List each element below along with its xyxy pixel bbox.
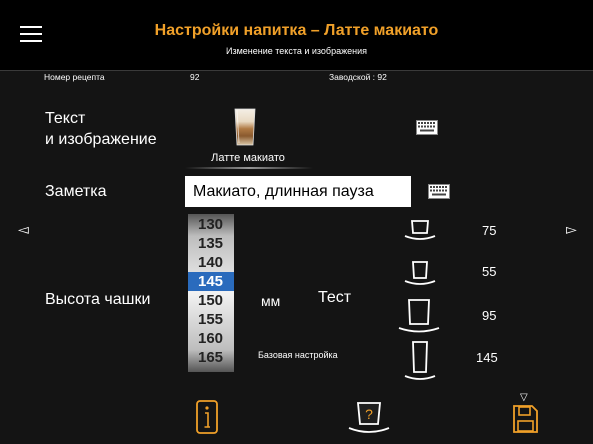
note-label: Заметка xyxy=(45,183,107,200)
cup-size-value: 95 xyxy=(482,308,497,323)
factory-setting-text: Заводской : 92 xyxy=(329,72,387,82)
page-subtitle: Изменение текста и изображения xyxy=(225,46,367,56)
keyboard-icon[interactable] xyxy=(428,184,450,199)
info-icon[interactable] xyxy=(196,400,218,434)
test-button[interactable]: Тест xyxy=(318,289,351,307)
page-title: Настройки напитка – Латте макиато xyxy=(154,22,439,39)
cup-height-picker[interactable]: 130 135 140 145 150 155 160 165 xyxy=(188,214,234,372)
cup-size-value: 55 xyxy=(482,264,497,279)
cup-size-value: 145 xyxy=(476,350,498,365)
picker-option[interactable]: 135 xyxy=(188,234,234,253)
picker-option[interactable]: 150 xyxy=(188,291,234,310)
picker-option[interactable]: 140 xyxy=(188,253,234,272)
unit-label: мм xyxy=(261,293,281,309)
large-cup-icon[interactable] xyxy=(397,298,441,334)
recipe-number-value: 92 xyxy=(190,72,200,82)
base-setting-label: Базовая настройка xyxy=(258,350,338,360)
recipe-number-label: Номер рецепта xyxy=(44,72,105,82)
cup-height-label: Высота чашки xyxy=(45,291,151,308)
drink-name-label: Латте макиато xyxy=(211,152,285,164)
picker-option-selected[interactable]: 145 xyxy=(188,272,234,291)
keyboard-icon[interactable] xyxy=(416,120,438,135)
chevron-down-icon: ▽ xyxy=(520,392,528,403)
latte-macchiato-image[interactable] xyxy=(233,107,257,147)
small-cup-icon[interactable] xyxy=(402,219,438,241)
picker-option[interactable]: 165 xyxy=(188,348,234,367)
espresso-cup-icon[interactable] xyxy=(402,260,438,286)
note-field[interactable]: Макиато, длинная пауза xyxy=(185,176,411,207)
picker-option[interactable]: 155 xyxy=(188,310,234,329)
picker-option[interactable]: 130 xyxy=(188,215,234,234)
text-image-label-line1: Текст xyxy=(45,110,86,127)
cup-size-value: 75 xyxy=(482,223,497,238)
save-floppy-icon[interactable] xyxy=(513,405,538,433)
previous-arrow-icon[interactable]: ◅ xyxy=(18,221,29,238)
svg-text:?: ? xyxy=(365,406,373,422)
next-arrow-icon[interactable]: ▻ xyxy=(566,221,577,238)
picker-option[interactable]: 160 xyxy=(188,329,234,348)
drink-name-divider xyxy=(185,167,313,169)
text-image-label-line2: и изображение xyxy=(45,131,157,148)
tall-glass-icon[interactable] xyxy=(402,340,438,382)
help-cup-icon[interactable]: ? xyxy=(347,402,391,434)
